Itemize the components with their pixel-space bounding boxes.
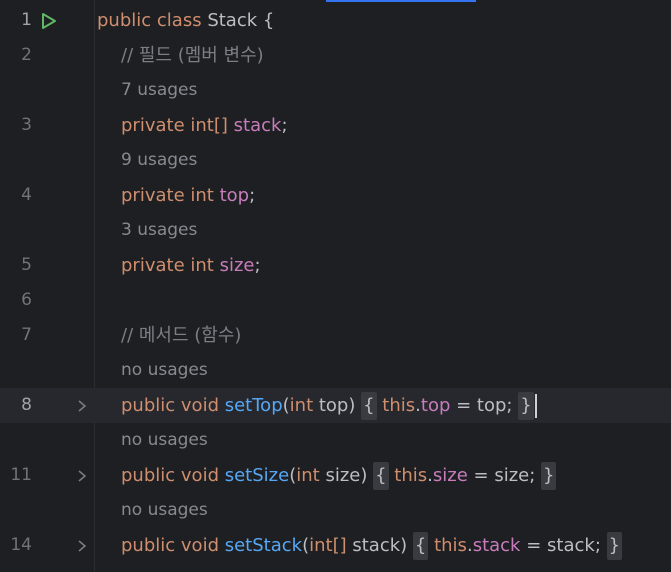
usage-count[interactable]: no usages	[121, 353, 208, 388]
line-number: 11	[10, 465, 32, 485]
usage-count[interactable]: 7 usages	[121, 73, 197, 108]
line-number: 8	[21, 395, 32, 415]
code-line-7[interactable]: 7 // 메서드 (함수)	[0, 318, 671, 353]
usage-count[interactable]: 3 usages	[121, 213, 197, 248]
usage-hint[interactable]: no usages	[0, 353, 671, 388]
code-text: public void setSize(int size) { this.siz…	[121, 458, 557, 493]
code-text: private int[] stack;	[121, 115, 288, 136]
usage-hint[interactable]: 3 usages	[0, 213, 671, 248]
line-number: 1	[21, 10, 32, 30]
code-editor[interactable]: 1 public class Stack { 2 // 필드 (멤버 변수) 7…	[0, 0, 671, 572]
run-icon[interactable]	[40, 12, 58, 30]
folded-block-open[interactable]: {	[373, 462, 389, 490]
line-number: 7	[21, 325, 32, 345]
line-number: 14	[10, 535, 32, 555]
code-line-5[interactable]: 5 private int size;	[0, 248, 671, 283]
usage-count[interactable]: 9 usages	[121, 143, 197, 178]
folded-block-open[interactable]: {	[361, 392, 377, 420]
usage-hint[interactable]: no usages	[0, 493, 671, 528]
usage-hint[interactable]: 7 usages	[0, 73, 671, 108]
code-line-8[interactable]: 8 public void setTop(int top) { this.top…	[0, 388, 671, 423]
code-text: private int top;	[121, 185, 256, 206]
code-line-11[interactable]: 11 public void setSize(int size) { this.…	[0, 458, 671, 493]
folded-block-close[interactable]: }	[606, 532, 623, 560]
text-caret	[534, 394, 537, 418]
line-number: 6	[21, 290, 32, 310]
code-text: private int size;	[121, 255, 261, 276]
code-text: public class Stack {	[97, 10, 275, 31]
line-number: 3	[21, 115, 32, 135]
code-text: public void setStack(int[] stack) { this…	[121, 528, 623, 563]
code-line-2[interactable]: 2 // 필드 (멤버 변수)	[0, 38, 671, 73]
chevron-right-icon[interactable]	[76, 399, 88, 413]
code-line-3[interactable]: 3 private int[] stack;	[0, 108, 671, 143]
line-number: 2	[21, 45, 32, 65]
usage-hint[interactable]: no usages	[0, 423, 671, 458]
code-line-1[interactable]: 1 public class Stack {	[0, 3, 671, 38]
folded-block-close[interactable]: }	[518, 392, 534, 420]
code-comment: // 메서드 (함수)	[121, 325, 242, 346]
code-comment: // 필드 (멤버 변수)	[121, 45, 264, 66]
chevron-right-icon[interactable]	[76, 539, 88, 553]
usage-count[interactable]: no usages	[121, 493, 208, 528]
code-text: public void setTop(int top) { this.top =…	[121, 388, 537, 423]
code-line-4[interactable]: 4 private int top;	[0, 178, 671, 213]
folded-block-close[interactable]: }	[541, 462, 557, 490]
chevron-right-icon[interactable]	[76, 469, 88, 483]
line-number: 5	[21, 255, 32, 275]
code-line-6[interactable]: 6	[0, 283, 671, 318]
folded-block-open[interactable]: {	[412, 532, 429, 560]
usage-count[interactable]: no usages	[121, 423, 208, 458]
code-line-14[interactable]: 14 public void setStack(int[] stack) { t…	[0, 528, 671, 563]
line-number: 4	[21, 185, 32, 205]
usage-hint[interactable]: 9 usages	[0, 143, 671, 178]
